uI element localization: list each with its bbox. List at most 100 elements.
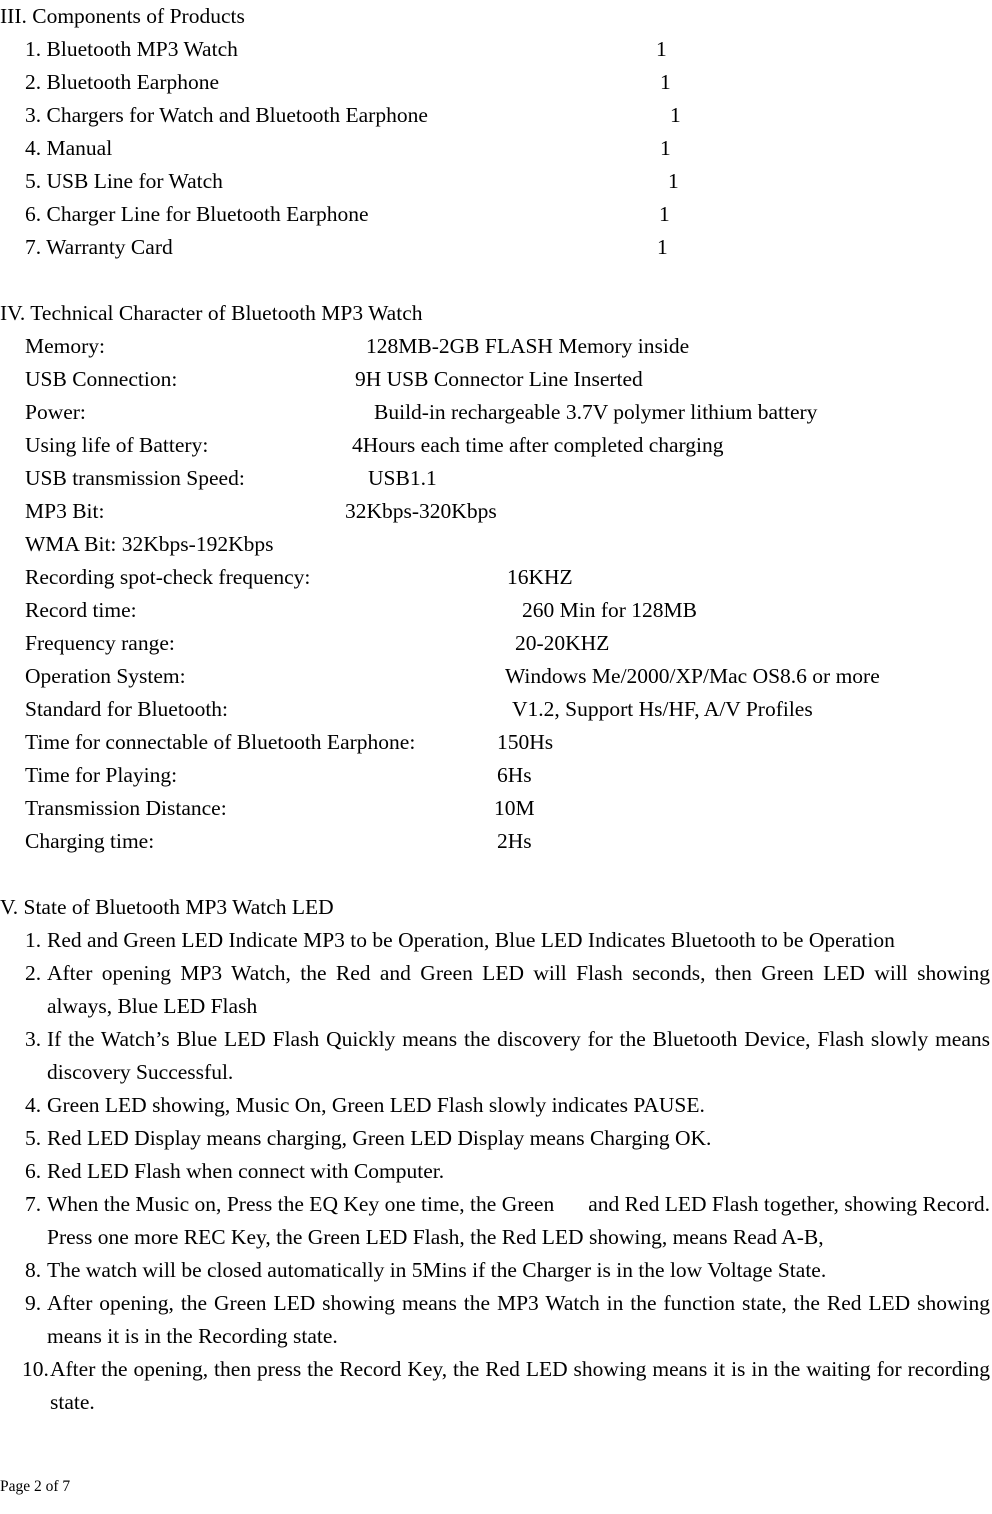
led-item-text: The watch will be closed automatically i… xyxy=(47,1258,827,1282)
spec-row: Recording spot-check frequency: 16KHZ xyxy=(0,561,992,594)
spec-row: USB transmission Speed: USB1.1 xyxy=(0,462,992,495)
document-page: III. Components of Products 1. Bluetooth… xyxy=(0,0,992,1514)
spec-label: USB transmission Speed: xyxy=(25,466,245,490)
spec-row: MP3 Bit: 32Kbps-320Kbps xyxy=(0,495,992,528)
led-state-item: 4. Green LED showing, Music On, Green LED… xyxy=(0,1089,992,1122)
spec-label: Operation System: xyxy=(25,664,186,688)
spec-value: 10M xyxy=(494,796,535,820)
spec-row: Time for connectable of Bluetooth Earpho… xyxy=(0,726,992,759)
section-heading-led: V. State of Bluetooth MP3 Watch LED xyxy=(0,895,334,919)
spec-value: 16KHZ xyxy=(507,565,573,589)
spec-label: Frequency range: xyxy=(25,631,175,655)
component-quantity: 1 xyxy=(656,37,667,61)
led-item-number: 7. xyxy=(25,1192,42,1216)
page-footer: Page 2 of 7 xyxy=(0,1478,71,1495)
spec-value: 128MB-2GB FLASH Memory inside xyxy=(366,334,690,358)
component-row: 7. Warranty Card 1 xyxy=(0,231,992,264)
led-item-text: After opening, the Green LED showing mea… xyxy=(47,1291,990,1348)
spec-row: Standard for Bluetooth: V1.2, Support Hs/… xyxy=(0,693,992,726)
spec-row: Operation System: Windows Me/2000/XP/Mac … xyxy=(0,660,992,693)
spec-row: Power: Build-in rechargeable 3.7V polymer… xyxy=(0,396,992,429)
spec-label: Memory: xyxy=(25,334,106,358)
led-item-number: 2. xyxy=(25,961,42,985)
spec-row: Charging time: 2Hs xyxy=(0,825,992,858)
component-label: 6. Charger Line for Bluetooth Earphone xyxy=(25,202,369,226)
spec-label: Time for connectable of Bluetooth Earpho… xyxy=(25,730,416,754)
components-list: 1. Bluetooth MP3 Watch 1 2. Bluetooth Earp… xyxy=(0,33,992,264)
spec-value: 150Hs xyxy=(497,730,554,754)
component-label: 7. Warranty Card xyxy=(25,235,173,259)
spec-label: Transmission Distance: xyxy=(25,796,227,820)
led-state-item: 1. Red and Green LED Indicate MP3 to be O… xyxy=(0,924,992,957)
component-quantity: 1 xyxy=(660,136,671,160)
spec-value: 260 Min for 128MB xyxy=(522,598,697,622)
spec-row: Time for Playing: 6Hs xyxy=(0,759,992,792)
spec-label: WMA Bit: 32Kbps-192Kbps xyxy=(25,532,274,556)
component-quantity: 1 xyxy=(657,235,668,259)
component-row: 3. Chargers for Watch and Bluetooth Earp… xyxy=(0,99,992,132)
led-item-number: 9. xyxy=(25,1291,42,1315)
spec-label: Record time: xyxy=(25,598,137,622)
spec-value: 6Hs xyxy=(497,763,532,787)
component-row: 2. Bluetooth Earphone 1 xyxy=(0,66,992,99)
led-item-number: 10. xyxy=(22,1357,49,1381)
led-state-item: 8. The watch will be closed automatically… xyxy=(0,1254,992,1287)
led-item-text: Red and Green LED Indicate MP3 to be Ope… xyxy=(47,928,895,952)
led-state-list: 1. Red and Green LED Indicate MP3 to be O… xyxy=(0,924,992,1419)
led-state-item: 3. If the Watch’s Blue LED Flash Quickly … xyxy=(0,1023,992,1089)
led-state-item: 10. After the opening, then press the Rec… xyxy=(0,1353,992,1419)
spec-row: Transmission Distance: 10M xyxy=(0,792,992,825)
spec-label: USB Connection: xyxy=(25,367,178,391)
led-item-text: When the Music on, Press the EQ Key one … xyxy=(47,1192,555,1216)
led-item-text: After the opening, then press the Record… xyxy=(50,1357,990,1414)
led-state-item: 7. When the Music on, Press the EQ Key on… xyxy=(0,1188,992,1254)
component-row: 4. Manual 1 xyxy=(0,132,992,165)
spec-value: Windows Me/2000/XP/Mac OS8.6 or more xyxy=(505,664,880,688)
led-item-number: 5. xyxy=(25,1126,42,1150)
spec-row: Using life of Battery: 4Hours each time a… xyxy=(0,429,992,462)
spec-label: Standard for Bluetooth: xyxy=(25,697,229,721)
led-item-number: 4. xyxy=(25,1093,42,1117)
spec-value: 32Kbps-320Kbps xyxy=(345,499,497,523)
spec-row: Memory: 128MB-2GB FLASH Memory inside xyxy=(0,330,992,363)
led-item-text: After opening MP3 Watch, the Red and Gre… xyxy=(47,961,990,1018)
spec-value: Build-in rechargeable 3.7V polymer lithi… xyxy=(374,400,818,424)
spec-label: Power: xyxy=(25,400,86,424)
led-item-text: Red LED Flash when connect with Computer… xyxy=(47,1159,445,1183)
component-quantity: 1 xyxy=(668,169,679,193)
led-state-item: 5. Red LED Display means charging, Green … xyxy=(0,1122,992,1155)
component-row: 1. Bluetooth MP3 Watch 1 xyxy=(0,33,992,66)
component-row: 6. Charger Line for Bluetooth Earphone 1 xyxy=(0,198,992,231)
spec-value: USB1.1 xyxy=(368,466,437,490)
led-item-number: 1. xyxy=(25,928,42,952)
led-item-text: Red LED Display means charging, Green LE… xyxy=(47,1126,712,1150)
spec-label: Charging time: xyxy=(25,829,155,853)
led-state-item: 9. After opening, the Green LED showing m… xyxy=(0,1287,992,1353)
spec-row: Frequency range: 20-20KHZ xyxy=(0,627,992,660)
led-item-number: 3. xyxy=(25,1027,42,1051)
spec-row: WMA Bit: 32Kbps-192Kbps xyxy=(0,528,992,561)
spec-value: 2Hs xyxy=(497,829,532,853)
led-item-number: 6. xyxy=(25,1159,42,1183)
spec-value: 4Hours each time after completed chargin… xyxy=(352,433,724,457)
spec-label: MP3 Bit: xyxy=(25,499,105,523)
component-label: 4. Manual xyxy=(25,136,113,160)
component-label: 3. Chargers for Watch and Bluetooth Earp… xyxy=(25,103,428,127)
spec-label: Using life of Battery: xyxy=(25,433,209,457)
led-item-number: 8. xyxy=(25,1258,42,1282)
led-item-text: If the Watch’s Blue LED Flash Quickly me… xyxy=(47,1027,990,1084)
technical-specs-list: Memory: 128MB-2GB FLASH Memory inside USB … xyxy=(0,330,992,858)
spec-row: Record time: 260 Min for 128MB xyxy=(0,594,992,627)
component-quantity: 1 xyxy=(659,202,670,226)
component-quantity: 1 xyxy=(660,70,671,94)
component-quantity: 1 xyxy=(670,103,681,127)
spec-label: Recording spot-check frequency: xyxy=(25,565,311,589)
component-label: 1. Bluetooth MP3 Watch xyxy=(25,37,238,61)
component-label: 2. Bluetooth Earphone xyxy=(25,70,220,94)
component-row: 5. USB Line for Watch 1 xyxy=(0,165,992,198)
spec-value: 20-20KHZ xyxy=(515,631,610,655)
spec-label: Time for Playing: xyxy=(25,763,178,787)
component-label: 5. USB Line for Watch xyxy=(25,169,223,193)
led-item-text: Green LED showing, Music On, Green LED F… xyxy=(47,1093,705,1117)
